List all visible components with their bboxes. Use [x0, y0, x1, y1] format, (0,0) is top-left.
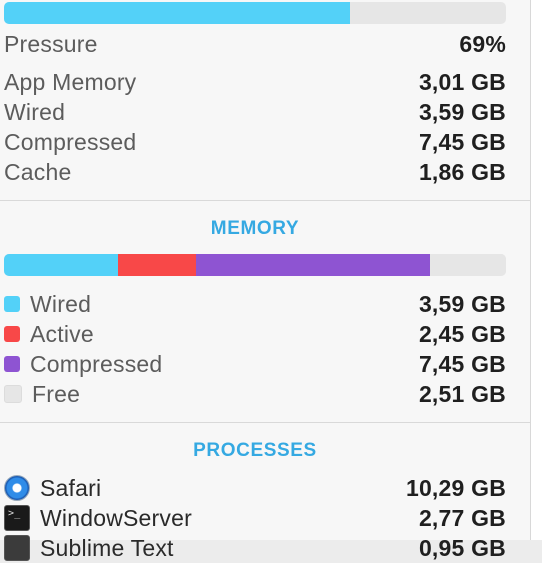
stat-label: App Memory — [4, 68, 137, 95]
legend-value: 2,45 GB — [418, 320, 506, 347]
legend-label: Free — [32, 380, 81, 407]
window-edge — [531, 0, 542, 540]
legend-label: Compressed — [30, 350, 163, 377]
legend-row-free: Free 2,51 GB — [4, 379, 506, 409]
legend-row-active: Active 2,45 GB — [4, 319, 506, 349]
stat-row-cache: Cache 1,86 GB — [4, 157, 506, 187]
process-row-windowserver[interactable]: >_ WindowServer 2,77 GB — [4, 503, 506, 533]
memory-usage-bar — [4, 254, 506, 276]
stat-row-app-memory: App Memory 3,01 GB — [4, 67, 506, 97]
pressure-bar-fill — [4, 2, 351, 24]
stat-row-compressed: Compressed 7,45 GB — [4, 127, 506, 157]
pressure-row: Pressure 69% — [4, 29, 506, 59]
memory-bar-compressed-segment — [196, 254, 430, 276]
process-name: Safari — [40, 474, 102, 501]
stat-label: Cache — [4, 158, 72, 185]
wired-swatch — [4, 296, 20, 312]
stat-row-wired: Wired 3,59 GB — [4, 97, 506, 127]
legend-value: 2,51 GB — [418, 380, 506, 407]
stat-value: 1,86 GB — [418, 158, 506, 185]
legend-value: 3,59 GB — [418, 290, 506, 317]
legend-label: Active — [30, 320, 94, 347]
memory-bar-wired-segment — [4, 254, 118, 276]
section-divider — [0, 422, 530, 423]
memory-bar-free-segment — [430, 254, 506, 276]
processes-section-title: PROCESSES — [193, 440, 317, 461]
compressed-swatch — [4, 356, 20, 372]
process-memory: 0,95 GB — [418, 534, 506, 561]
process-memory: 10,29 GB — [405, 474, 506, 501]
memory-bar-active-segment — [118, 254, 196, 276]
legend-row-wired: Wired 3,59 GB — [4, 289, 506, 319]
stat-value: 3,01 GB — [418, 68, 506, 95]
process-memory: 2,77 GB — [418, 504, 506, 531]
pressure-value: 69% — [459, 30, 506, 57]
legend-row-compressed: Compressed 7,45 GB — [4, 349, 506, 379]
legend-value: 7,45 GB — [418, 350, 506, 377]
pressure-bar — [4, 2, 506, 24]
free-swatch — [4, 385, 22, 403]
stat-value: 3,59 GB — [418, 98, 506, 125]
memory-panel: Pressure 69% App Memory 3,01 GB Wired 3,… — [0, 0, 531, 561]
memory-section-title: MEMORY — [210, 218, 300, 239]
stat-label: Wired — [4, 98, 66, 125]
process-name: Sublime Text — [40, 534, 174, 561]
terminal-icon: >_ — [4, 505, 30, 531]
stat-label: Compressed — [4, 128, 137, 155]
process-name: WindowServer — [40, 504, 192, 531]
process-row-safari[interactable]: Safari 10,29 GB — [4, 473, 506, 503]
stat-value: 7,45 GB — [418, 128, 506, 155]
pressure-label: Pressure — [4, 30, 98, 57]
section-divider — [0, 200, 530, 201]
legend-label: Wired — [30, 290, 92, 317]
safari-icon — [4, 475, 30, 501]
process-row-sublime-text[interactable]: Sublime Text 0,95 GB — [4, 533, 506, 563]
active-swatch — [4, 326, 20, 342]
sublime-text-icon — [4, 535, 30, 561]
